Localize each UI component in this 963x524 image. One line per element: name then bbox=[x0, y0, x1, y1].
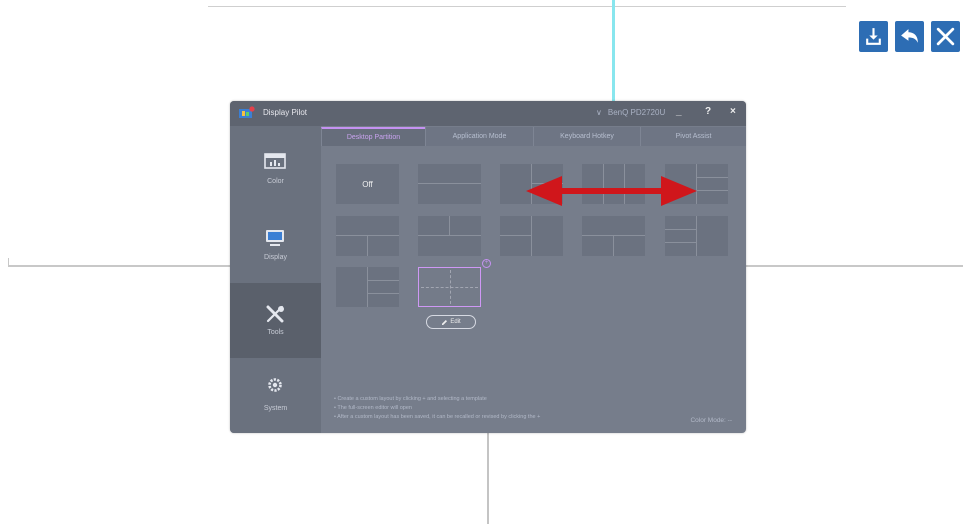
note-line: • The full-screen editor will open bbox=[334, 405, 412, 411]
download-button[interactable] bbox=[859, 21, 888, 52]
sidebar-item-color[interactable]: Color bbox=[230, 126, 321, 201]
gear-icon bbox=[268, 378, 282, 392]
double-arrow-annotation bbox=[526, 176, 697, 206]
tools-icon bbox=[266, 305, 284, 323]
tab-application-mode[interactable]: Application Mode bbox=[425, 127, 533, 146]
tab-bar: Desktop Partition Application Mode Keybo… bbox=[321, 127, 746, 146]
sidebar-item-display[interactable]: Display bbox=[230, 201, 321, 276]
edit-label: Edit bbox=[450, 319, 461, 325]
partition-template[interactable] bbox=[336, 216, 399, 256]
sidebar-item-system[interactable]: System bbox=[230, 358, 321, 433]
note-line: • Create a custom layout by clicking + a… bbox=[334, 396, 487, 402]
download-icon bbox=[866, 28, 881, 45]
tab-pivot-assist[interactable]: Pivot Assist bbox=[640, 127, 746, 146]
sidebar-item-label: Tools bbox=[267, 329, 284, 336]
minimize-button[interactable]: _ bbox=[676, 106, 682, 117]
partition-template[interactable] bbox=[418, 216, 481, 256]
color-mode-status: Color Mode: -- bbox=[690, 417, 732, 424]
partition-template[interactable] bbox=[582, 216, 645, 256]
monitor-name: BenQ PD2720U bbox=[607, 108, 666, 117]
edit-button[interactable]: Edit bbox=[426, 315, 476, 329]
sidebar-item-label: Display bbox=[264, 254, 287, 261]
monitor-select[interactable]: ∨ BenQ PD2720U bbox=[596, 108, 665, 117]
partition-template[interactable] bbox=[500, 216, 563, 256]
sidebar-item-label: Color bbox=[267, 178, 284, 185]
help-button[interactable]: ? bbox=[705, 106, 711, 117]
close-icon bbox=[936, 27, 955, 46]
partition-template[interactable] bbox=[418, 164, 481, 204]
guide-tick bbox=[8, 258, 9, 267]
back-button[interactable] bbox=[895, 21, 924, 52]
note-line: • After a custom layout has been saved, … bbox=[334, 414, 541, 420]
sidebar-item-tools[interactable]: Tools bbox=[230, 283, 321, 358]
sidebar: Color Display Tools System bbox=[230, 126, 321, 433]
close-window-button[interactable]: × bbox=[730, 106, 736, 117]
app-title: Display Pilot bbox=[263, 108, 308, 117]
add-custom-layout-button[interactable]: + bbox=[482, 259, 491, 268]
chevron-down-icon: ∨ bbox=[596, 108, 602, 117]
partition-custom[interactable] bbox=[418, 267, 481, 307]
display-monitor-icon bbox=[266, 230, 284, 246]
tab-desktop-partition[interactable]: Desktop Partition bbox=[321, 127, 425, 146]
close-button[interactable] bbox=[931, 21, 960, 52]
tab-keyboard-hotkey[interactable]: Keyboard Hotkey bbox=[533, 127, 640, 146]
help-notes: • Create a custom layout by clicking + a… bbox=[334, 395, 540, 422]
partition-template[interactable] bbox=[336, 267, 399, 307]
sidebar-item-label: System bbox=[263, 405, 288, 412]
annotation-toolbar bbox=[859, 21, 960, 52]
top-divider-line bbox=[208, 6, 846, 7]
title-bar: Display Pilot ∨ BenQ PD2720U _ ? × bbox=[230, 101, 746, 126]
partition-off[interactable]: Off bbox=[336, 164, 399, 204]
custom-guide-v bbox=[450, 270, 451, 304]
pencil-icon bbox=[442, 319, 448, 325]
partition-template[interactable] bbox=[665, 216, 728, 256]
color-monitor-icon bbox=[264, 153, 286, 169]
display-pilot-window: Display Pilot ∨ BenQ PD2720U _ ? × Color… bbox=[230, 101, 746, 433]
reply-arrow-icon bbox=[901, 29, 918, 43]
app-logo-icon bbox=[239, 106, 255, 118]
